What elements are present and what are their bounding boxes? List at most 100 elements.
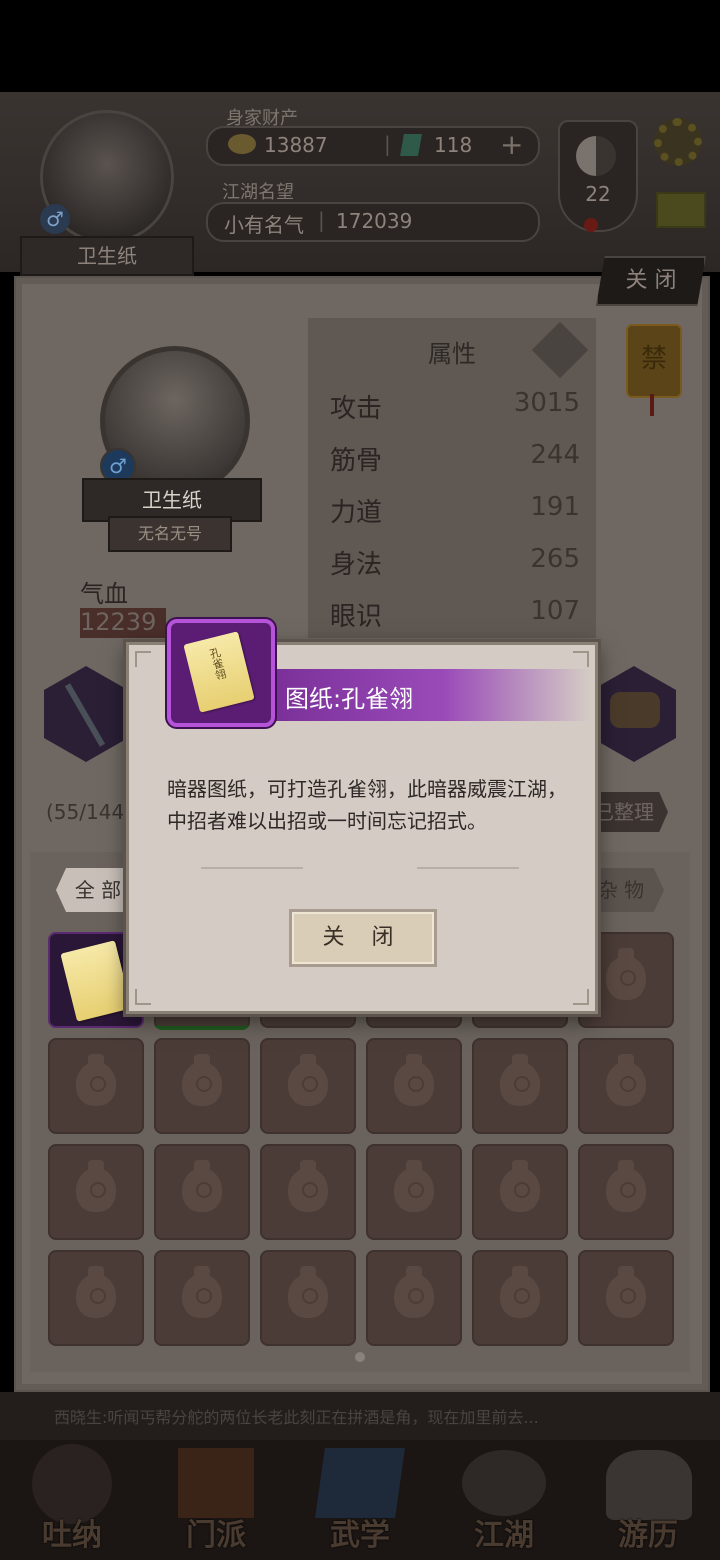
corner-ornament	[135, 989, 151, 1005]
yin-yang-icon	[576, 136, 616, 176]
money-bag-icon	[182, 1266, 222, 1318]
silver-amount: 13887	[264, 133, 328, 157]
page-indicator-dot	[355, 1352, 365, 1362]
inventory-slot[interactable]	[472, 1250, 568, 1346]
inventory-slot[interactable]	[366, 1144, 462, 1240]
inventory-slot[interactable]	[578, 1144, 674, 1240]
inventory-slot[interactable]	[472, 1038, 568, 1134]
jade-amount: 118	[434, 133, 473, 157]
inventory-slot[interactable]	[472, 1144, 568, 1240]
gear-icon[interactable]	[654, 118, 702, 166]
money-bag-icon	[182, 1160, 222, 1212]
stat-row-agility: 身法 265	[330, 544, 580, 580]
modal-title-bar: 图纸:孔雀翎	[269, 669, 589, 721]
corner-ornament	[135, 651, 151, 667]
martial-book-icon	[315, 1448, 405, 1518]
inventory-slot[interactable]	[260, 1038, 356, 1134]
currency-bar: 13887 | 118 +	[206, 126, 540, 166]
item-detail-modal: 图纸:孔雀翎 孔雀翎 暗器图纸，可打造孔雀翎，此暗器威震江湖，中招者难以出招或一…	[126, 619, 598, 1014]
modal-title: 图纸:孔雀翎	[285, 685, 414, 713]
item-icon: 孔雀翎	[167, 619, 275, 727]
money-bag-icon	[76, 1160, 116, 1212]
panel-close-button[interactable]: 关 闭	[596, 256, 706, 306]
inventory-slot[interactable]	[260, 1144, 356, 1240]
money-bag-icon	[500, 1160, 540, 1212]
stat-row-strength: 力道 191	[330, 492, 580, 528]
silver-ingot-icon	[228, 134, 256, 154]
mail-icon[interactable]	[656, 192, 706, 228]
divider-right	[417, 867, 519, 869]
player-name: 卫生纸	[20, 236, 194, 276]
inventory-slot[interactable]	[578, 1250, 674, 1346]
player-header: ♂ 卫生纸 身家财产 13887 | 118 + 江湖名望 小有名气 | 172…	[0, 92, 720, 276]
inventory-count: (55/144	[46, 800, 125, 824]
money-bag-icon	[288, 1160, 328, 1212]
money-bag-icon	[606, 948, 646, 1000]
inventory-slot[interactable]	[48, 1038, 144, 1134]
nav-item-youli[interactable]: 游历	[588, 1444, 708, 1554]
stat-row-bones: 筋骨 244	[330, 440, 580, 476]
bottom-nav: 吐纳 门派 武学 江湖 游历	[0, 1440, 720, 1560]
money-bag-icon	[606, 1054, 646, 1106]
inventory-slot[interactable]	[48, 1144, 144, 1240]
money-bag-icon	[76, 1054, 116, 1106]
sect-banner-icon	[178, 1448, 254, 1518]
inventory-slot[interactable]	[578, 1038, 674, 1134]
inventory-slot[interactable]	[260, 1250, 356, 1346]
divider-left	[201, 867, 303, 869]
add-currency-icon[interactable]: +	[500, 128, 523, 161]
level-badge[interactable]: 22	[558, 120, 638, 232]
blueprint-icon	[60, 940, 132, 1022]
nav-item-jianghu[interactable]: 江湖	[444, 1444, 564, 1554]
currency-separator: |	[384, 132, 391, 156]
hp-value: 12239	[80, 608, 166, 638]
stat-row-perception: 眼识 107	[330, 596, 580, 632]
money-bag-icon	[182, 1054, 222, 1106]
money-bag-icon	[394, 1054, 434, 1106]
eye-icon[interactable]	[531, 321, 589, 379]
money-bag-icon	[500, 1266, 540, 1318]
money-bag-icon	[76, 1266, 116, 1318]
corner-ornament	[573, 651, 589, 667]
item-description: 暗器图纸，可打造孔雀翎，此暗器威震江湖，中招者难以出招或一时间忘记招式。	[167, 777, 567, 833]
nav-item-tuna[interactable]: 吐纳	[12, 1444, 132, 1554]
money-bag-icon	[288, 1266, 328, 1318]
inventory-slot[interactable]	[366, 1038, 462, 1134]
nav-item-menpai[interactable]: 门派	[156, 1444, 276, 1554]
money-bag-icon	[606, 1160, 646, 1212]
fame-separator: |	[318, 208, 325, 232]
fame-bar: 小有名气 | 172039	[206, 202, 540, 242]
inventory-slot[interactable]	[48, 1250, 144, 1346]
character-title: 无名无号	[108, 516, 232, 552]
news-ticker: 西晓生:听闻丐帮分舵的两位长老此刻正在拼酒是角，现在加里前去...	[0, 1392, 720, 1440]
ban-badge[interactable]: 禁	[626, 324, 682, 398]
inventory-slot[interactable]	[154, 1144, 250, 1240]
nav-item-wuxue[interactable]: 武学	[300, 1444, 420, 1554]
money-bag-icon	[606, 1266, 646, 1318]
modal-close-button[interactable]: 关 闭	[289, 909, 437, 967]
fame-title: 小有名气	[224, 213, 304, 237]
money-bag-icon	[394, 1160, 434, 1212]
fame-value: 172039	[336, 209, 413, 233]
weapon-icon	[64, 683, 106, 747]
inventory-slot[interactable]	[154, 1250, 250, 1346]
horse-icon	[610, 692, 660, 728]
hp-label: 气血	[80, 580, 128, 608]
jade-icon	[400, 134, 422, 156]
money-bag-icon	[394, 1266, 434, 1318]
news-text: 西晓生:听闻丐帮分舵的两位长老此刻正在拼酒是角，现在加里前去...	[54, 1408, 539, 1427]
status-bar	[0, 0, 720, 92]
badge-tassel	[650, 394, 654, 416]
notification-dot	[584, 218, 598, 232]
umbrella-icon	[462, 1450, 546, 1516]
blueprint-scroll-icon: 孔雀翎	[183, 631, 255, 713]
inventory-slot[interactable]	[366, 1250, 462, 1346]
stats-panel: 属性 攻击 3015 筋骨 244 力道 191 身法 265 眼识 107	[308, 318, 596, 638]
fame-label: 江湖名望	[222, 182, 294, 203]
gender-male-icon: ♂	[40, 204, 70, 234]
money-bag-icon	[288, 1054, 328, 1106]
stat-row-attack: 攻击 3015	[330, 388, 580, 424]
money-bag-icon	[500, 1054, 540, 1106]
inventory-slot[interactable]	[154, 1038, 250, 1134]
corner-ornament	[573, 989, 589, 1005]
